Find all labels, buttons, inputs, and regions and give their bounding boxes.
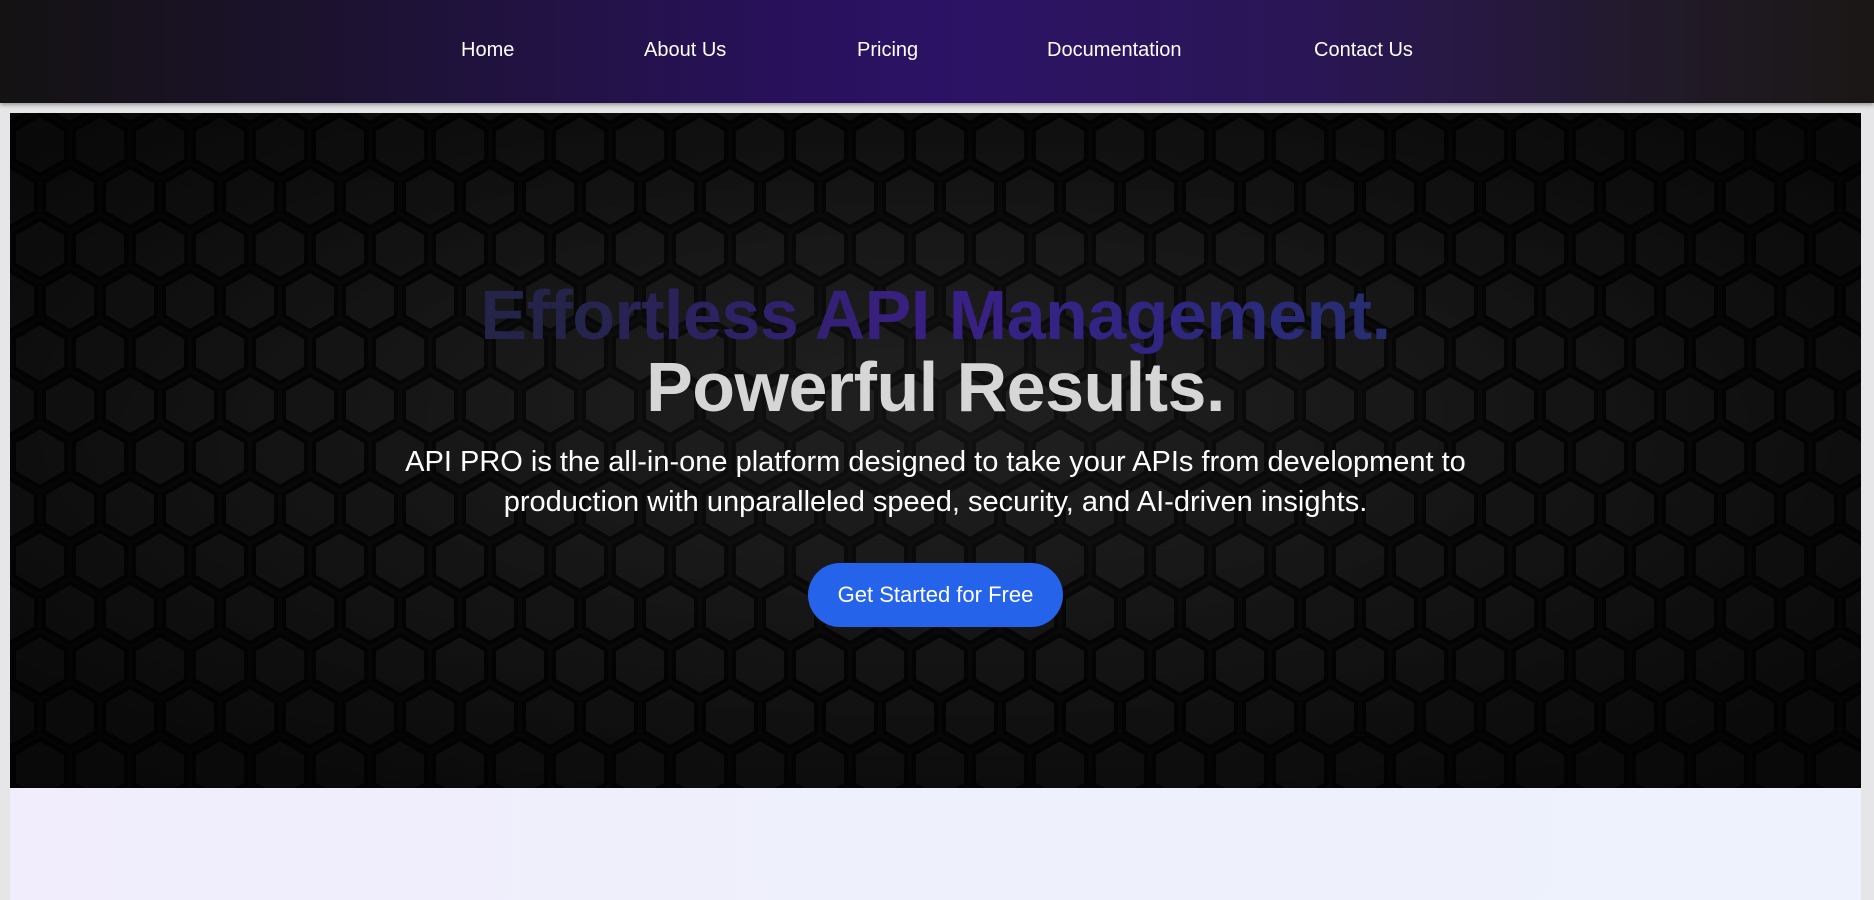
hero-headline-line2: Powerful Results. xyxy=(646,348,1225,426)
nav-menu: Home About Us Pricing Documentation Cont… xyxy=(0,0,1874,103)
nav-link-documentation[interactable]: Documentation xyxy=(1047,38,1182,62)
nav-link-contact-us[interactable]: Contact Us xyxy=(1314,38,1413,62)
nav-link-about-us[interactable]: About Us xyxy=(644,38,726,62)
nav-link-home[interactable]: Home xyxy=(461,38,514,62)
top-navbar: Home About Us Pricing Documentation Cont… xyxy=(0,0,1874,103)
next-section xyxy=(10,788,1861,900)
hero-description: API PRO is the all-in-one platform desig… xyxy=(405,446,1466,518)
get-started-button[interactable]: Get Started for Free xyxy=(808,563,1063,627)
hero-content: Effortless API Management. Powerful Resu… xyxy=(10,113,1861,788)
hero-section: Effortless API Management. Powerful Resu… xyxy=(10,113,1861,788)
nav-link-pricing[interactable]: Pricing xyxy=(857,38,918,62)
